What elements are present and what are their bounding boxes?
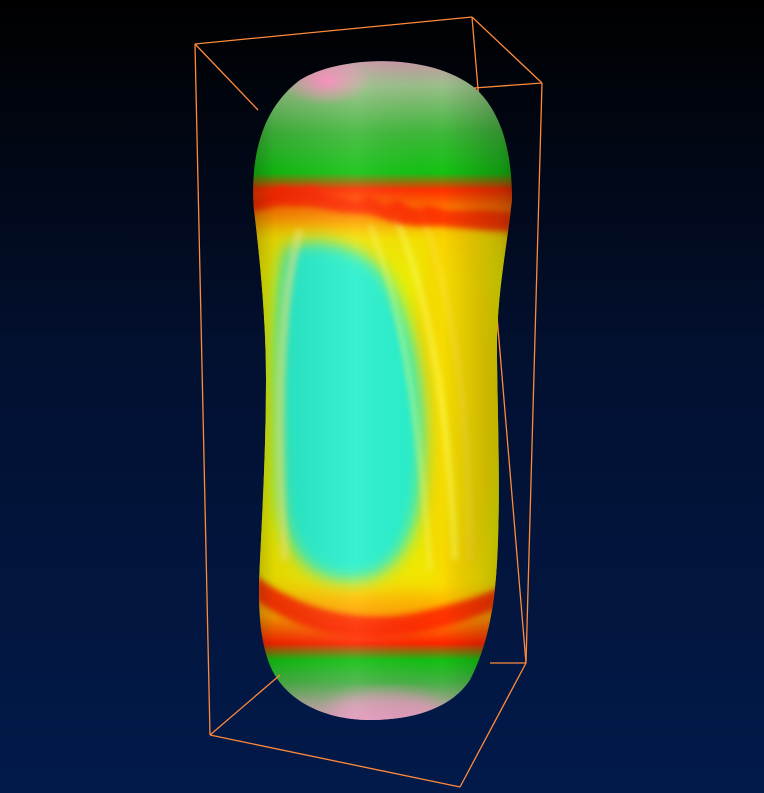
capsule-surface[interactable]: [240, 52, 530, 732]
3d-scene[interactable]: [0, 0, 764, 793]
render-viewport[interactable]: [0, 0, 764, 793]
